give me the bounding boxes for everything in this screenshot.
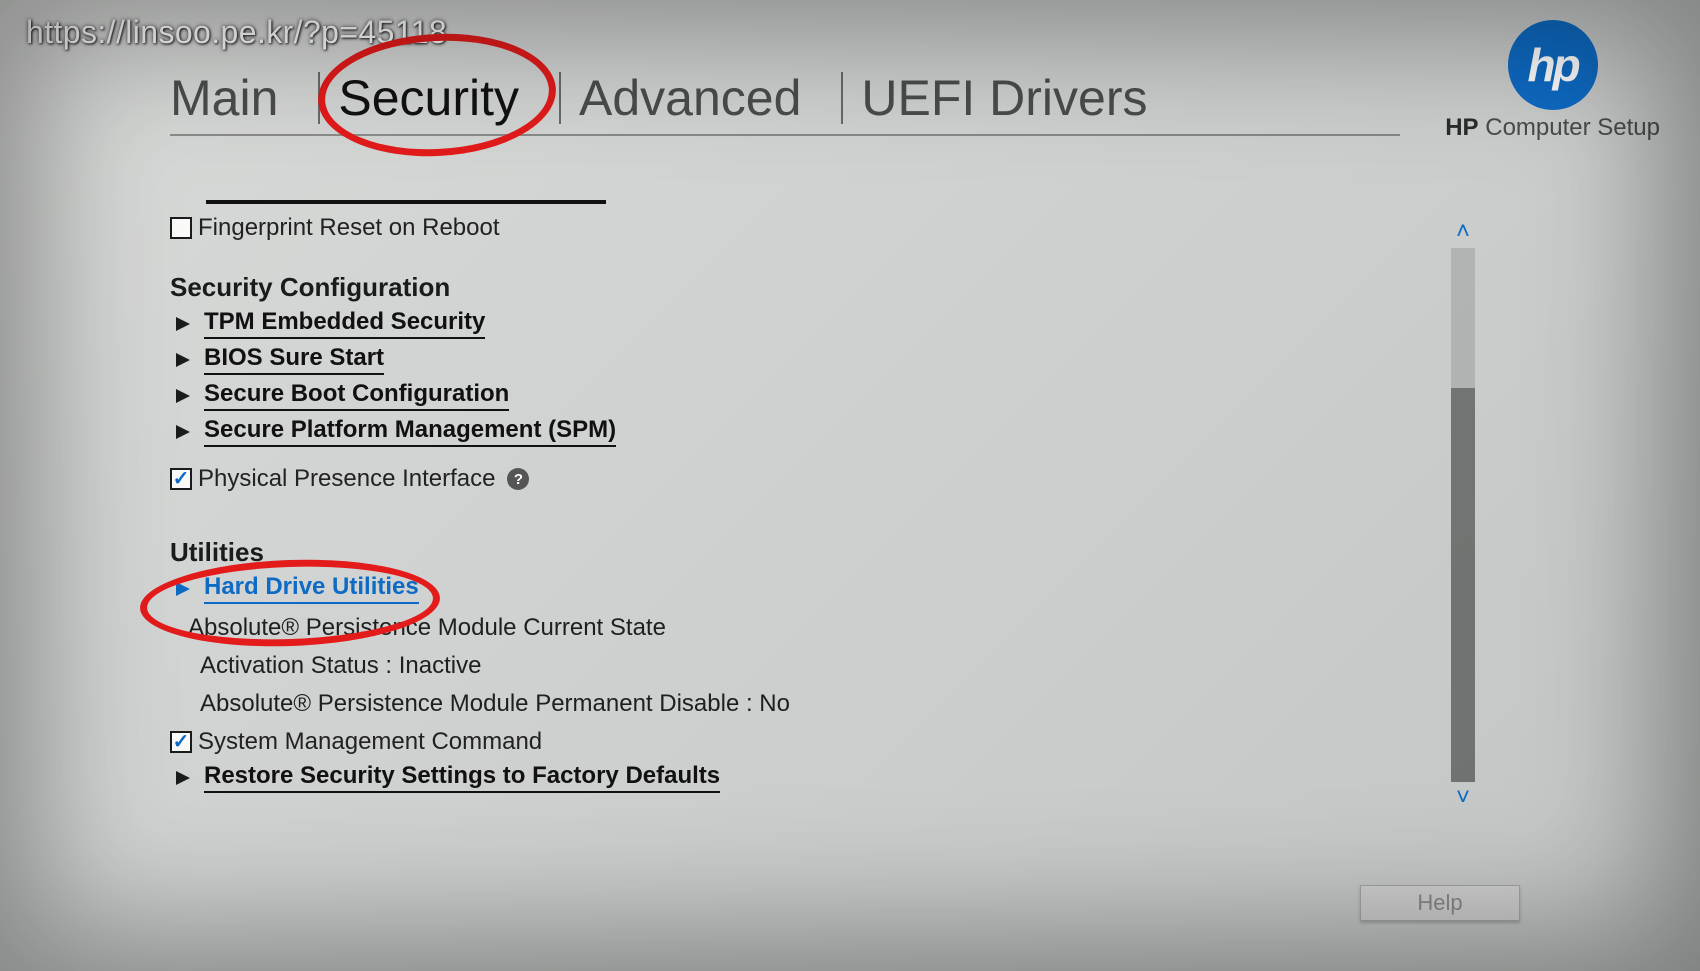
absolute-permanent-disable: Absolute® Persistence Module Permanent D… — [170, 690, 1400, 718]
physical-presence-row: Physical Presence Interface ? — [170, 465, 1400, 493]
link-hard-drive-utilities[interactable]: Hard Drive Utilities — [170, 573, 1400, 604]
utilities-heading: Utilities — [170, 537, 1400, 568]
link-bios-sure-start[interactable]: BIOS Sure Start — [170, 344, 1400, 375]
scroll-down-icon[interactable]: ˅ — [1456, 786, 1470, 810]
obscured-link — [206, 200, 606, 204]
content-panel: Fingerprint Reset on Reboot Security Con… — [170, 200, 1400, 798]
activation-status: Activation Status : Inactive — [170, 652, 1400, 680]
physical-presence-label: Physical Presence Interface — [198, 465, 495, 493]
link-tpm-embedded-security[interactable]: TPM Embedded Security — [170, 308, 1400, 339]
scroll-thumb[interactable] — [1451, 388, 1475, 782]
link-text: Secure Platform Management (SPM) — [204, 416, 616, 447]
fingerprint-reset-row: Fingerprint Reset on Reboot — [170, 214, 1400, 242]
tab-security[interactable]: Security — [318, 72, 559, 124]
scrollbar[interactable]: ˄ ˅ — [1446, 220, 1480, 810]
hp-logo-icon: hp — [1508, 20, 1598, 110]
arrow-icon — [176, 353, 190, 367]
link-text: Restore Security Settings to Factory Def… — [204, 762, 720, 793]
link-text: TPM Embedded Security — [204, 308, 485, 339]
tab-main[interactable]: Main — [170, 72, 318, 124]
link-text: BIOS Sure Start — [204, 344, 384, 375]
link-secure-platform-management[interactable]: Secure Platform Management (SPM) — [170, 416, 1400, 447]
link-secure-boot-configuration[interactable]: Secure Boot Configuration — [170, 380, 1400, 411]
tab-uefi-drivers[interactable]: UEFI Drivers — [841, 72, 1187, 124]
fingerprint-reset-label: Fingerprint Reset on Reboot — [198, 214, 500, 242]
tab-bar: Main Security Advanced UEFI Drivers — [170, 72, 1400, 136]
product-name-rest: Computer Setup — [1479, 114, 1660, 141]
arrow-icon — [176, 771, 190, 785]
link-restore-defaults[interactable]: Restore Security Settings to Factory Def… — [170, 762, 1400, 793]
arrow-icon — [176, 582, 190, 596]
scroll-track[interactable] — [1451, 248, 1475, 782]
link-text: Secure Boot Configuration — [204, 380, 509, 411]
arrow-icon — [176, 425, 190, 439]
arrow-icon — [176, 317, 190, 331]
link-text: Hard Drive Utilities — [204, 573, 419, 604]
tab-advanced[interactable]: Advanced — [559, 72, 841, 124]
system-mgmt-label: System Management Command — [198, 728, 542, 756]
scroll-up-icon[interactable]: ˄ — [1456, 220, 1470, 244]
hp-branding: hp HP Computer Setup — [1445, 20, 1660, 142]
help-button[interactable]: Help — [1360, 885, 1520, 921]
fingerprint-reset-checkbox[interactable] — [170, 217, 192, 239]
arrow-icon — [176, 389, 190, 403]
system-mgmt-row: System Management Command — [170, 728, 1400, 756]
absolute-persistence-state: Absolute® Persistence Module Current Sta… — [170, 614, 1400, 642]
security-config-heading: Security Configuration — [170, 272, 1400, 303]
product-name-bold: HP — [1445, 114, 1478, 141]
source-url-overlay: https://linsoo.pe.kr/?p=45118 — [26, 14, 447, 51]
system-mgmt-checkbox[interactable] — [170, 731, 192, 753]
help-icon[interactable]: ? — [507, 468, 529, 490]
physical-presence-checkbox[interactable] — [170, 468, 192, 490]
product-name: HP Computer Setup — [1445, 114, 1660, 142]
